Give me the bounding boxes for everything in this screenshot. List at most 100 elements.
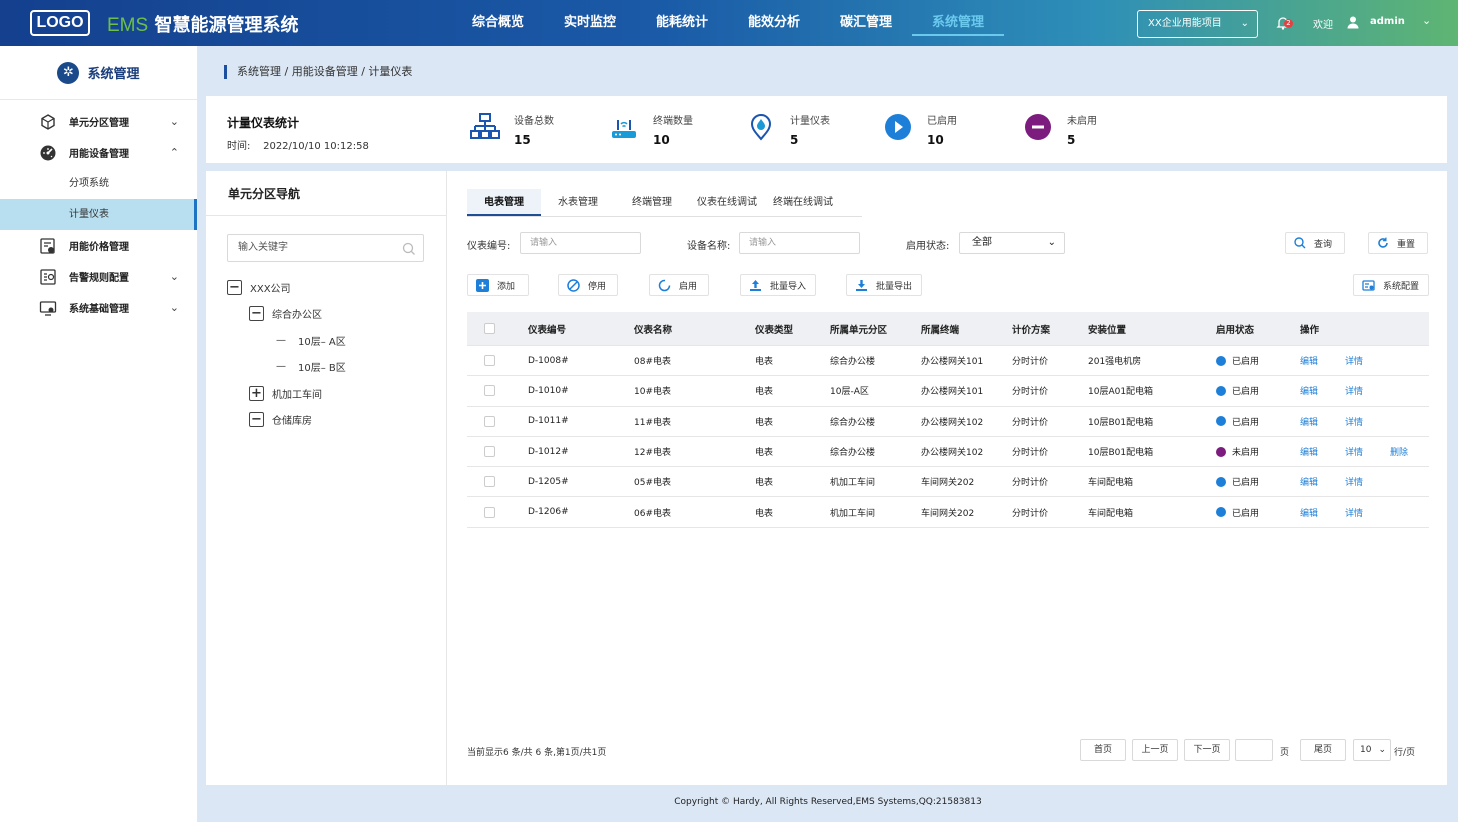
minus-icon <box>1023 112 1053 142</box>
cell-plan: 分时计价 <box>1012 448 1049 459</box>
stats-title: 计量仪表统计 <box>227 116 300 130</box>
row-checkbox[interactable] <box>484 385 495 397</box>
prev-page-button[interactable]: 上一页 <box>1132 739 1178 761</box>
cell-location: 201强电机房 <box>1088 357 1142 368</box>
detail-link[interactable]: 详情 <box>1345 445 1390 458</box>
sidebar-item-basic[interactable]: 系统基础管理 ⌄ <box>0 292 197 323</box>
reset-label: 重置 <box>1397 239 1416 250</box>
tab-water-meter[interactable]: 水表管理 <box>541 189 615 216</box>
cell-name: 10#电表 <box>634 387 671 398</box>
zone-tree-panel: 单元分区导航 输入关键字 − XXX公司 − 综合办公区 —10层– A区 —10层… <box>206 171 447 785</box>
enable-button[interactable]: 启用 <box>649 274 709 296</box>
detail-link[interactable]: 详情 <box>1345 354 1390 367</box>
sidebar-item-price[interactable]: 用能价格管理 <box>0 230 197 261</box>
search-icon[interactable] <box>402 241 416 267</box>
table-body: D-1008# 08#电表 电表 综合办公楼 办公楼网关101 分时计价 201强电机房 已启… <box>467 346 1429 528</box>
tree-node-workshop[interactable]: + 机加工车间 <box>249 386 322 401</box>
nav-carbon[interactable]: 碳汇管理 <box>820 0 912 46</box>
tree-search-input[interactable]: 输入关键字 <box>227 234 424 262</box>
detail-link[interactable]: 详情 <box>1345 475 1390 488</box>
detail-link[interactable]: 详情 <box>1345 384 1390 397</box>
row-checkbox[interactable] <box>484 415 495 427</box>
tree-node-10a[interactable]: — 10层– A区 <box>276 333 346 348</box>
chevron-down-icon[interactable]: ⌄ <box>1422 14 1431 27</box>
tree-title: 单元分区导航 <box>206 171 446 216</box>
tab-electric-meter[interactable]: 电表管理 <box>467 189 541 216</box>
tree-node-10b[interactable]: — 10层– B区 <box>276 359 346 374</box>
cell-location: 10层B01配电箱 <box>1088 417 1154 428</box>
collapse-icon[interactable]: − <box>249 412 264 427</box>
cell-plan: 分时计价 <box>1012 387 1049 398</box>
next-page-button[interactable]: 下一页 <box>1184 739 1230 761</box>
delete-link[interactable]: 删除 <box>1390 445 1420 458</box>
nav-overview[interactable]: 综合概览 <box>452 0 544 46</box>
expand-icon[interactable]: + <box>249 386 264 401</box>
meter-table: 仪表编号 仪表名称 仪表类型 所属单元分区 所属终端 计价方案 安装位置 启用状… <box>467 312 1429 528</box>
page-size-select[interactable]: 10 ⌄ <box>1353 739 1391 761</box>
page-number-input[interactable] <box>1235 739 1273 761</box>
project-select[interactable]: XX企业用能项目 ⌄ <box>1137 10 1258 38</box>
config-label: 系统配置 <box>1383 281 1420 292</box>
detail-link[interactable]: 详情 <box>1345 415 1390 428</box>
config-icon <box>1362 279 1375 292</box>
sidebar-item-label: 告警规则配置 <box>69 273 129 284</box>
import-label: 批量导入 <box>770 281 807 292</box>
batch-import-button[interactable]: 批量导入 <box>740 274 816 296</box>
device-name-input[interactable]: 请输入 <box>739 232 860 254</box>
tab-terminal[interactable]: 终端管理 <box>615 189 689 216</box>
nav-consumption[interactable]: 能耗统计 <box>636 0 728 46</box>
first-page-button[interactable]: 首页 <box>1080 739 1126 761</box>
add-button[interactable]: 添加 <box>467 274 529 296</box>
tree-node-warehouse[interactable]: − 仓储库房 <box>249 412 312 427</box>
cell-name: 08#电表 <box>634 357 671 368</box>
edit-link[interactable]: 编辑 <box>1300 506 1345 519</box>
app-title: 智慧能源管理系统 <box>154 15 299 36</box>
tree-node-label: 10层– A区 <box>298 337 346 348</box>
nav-realtime[interactable]: 实时监控 <box>544 0 636 46</box>
reset-button[interactable]: 重置 <box>1368 232 1428 254</box>
row-checkbox[interactable] <box>484 446 495 458</box>
collapse-icon[interactable]: − <box>249 306 264 321</box>
username[interactable]: admin <box>1370 16 1405 27</box>
disable-button[interactable]: 停用 <box>558 274 618 296</box>
chevron-down-icon: ⌄ <box>1047 237 1056 248</box>
collapse-icon[interactable]: − <box>227 280 242 295</box>
nav-efficiency[interactable]: 能效分析 <box>728 0 820 46</box>
detail-link[interactable]: 详情 <box>1345 506 1390 519</box>
query-button[interactable]: 查询 <box>1285 232 1345 254</box>
row-checkbox[interactable] <box>484 355 495 367</box>
edit-link[interactable]: 编辑 <box>1300 445 1345 458</box>
select-all-checkbox[interactable] <box>484 323 495 334</box>
meter-no-input[interactable]: 请输入 <box>520 232 641 254</box>
main-nav: 综合概览 实时监控 能耗统计 能效分析 碳汇管理 系统管理 <box>452 0 1004 46</box>
edit-link[interactable]: 编辑 <box>1300 354 1345 367</box>
row-checkbox[interactable] <box>484 506 495 518</box>
edit-link[interactable]: 编辑 <box>1300 415 1345 428</box>
row-checkbox[interactable] <box>484 476 495 488</box>
chevron-up-icon: ⌃ <box>169 146 179 159</box>
tree-node-office[interactable]: − 综合办公区 <box>249 306 322 321</box>
sidebar-item-alarm[interactable]: 告警规则配置 ⌄ <box>0 261 197 292</box>
status-select[interactable]: 全部 ⌄ <box>959 232 1065 254</box>
sidebar-item-device[interactable]: 用能设备管理 ⌃ <box>0 137 197 168</box>
tab-meter-debug[interactable]: 仪表在线调试 <box>689 189 765 216</box>
sidebar-item-unit-zone[interactable]: 单元分区管理 ⌄ <box>0 106 197 137</box>
sidebar-subitem-meter[interactable]: 计量仪表 <box>0 199 197 230</box>
table-row: D-1205# 05#电表 电表 机加工车间 车间网关202 分时计价 车间配电箱 已启用 编辑… <box>467 467 1429 498</box>
sidebar-subitem-subsystem[interactable]: 分项系统 <box>0 168 197 199</box>
cell-no: D-1206# <box>528 507 569 518</box>
last-page-button[interactable]: 尾页 <box>1300 739 1346 761</box>
alarm-rule-icon <box>39 268 57 286</box>
batch-export-button[interactable]: 批量导出 <box>846 274 922 296</box>
time-value: 2022/10/10 10:12:58 <box>263 141 369 152</box>
tree-node-company[interactable]: − XXX公司 <box>227 280 291 295</box>
plus-icon <box>476 278 489 292</box>
page-size-value: 10 <box>1360 745 1372 755</box>
brand-prefix: EMS <box>107 15 149 36</box>
edit-link[interactable]: 编辑 <box>1300 384 1345 397</box>
system-config-button[interactable]: 系统配置 <box>1353 274 1429 296</box>
bell-icon[interactable]: 2 <box>1275 15 1293 31</box>
edit-link[interactable]: 编辑 <box>1300 475 1345 488</box>
nav-system[interactable]: 系统管理 <box>912 0 1004 46</box>
tab-terminal-debug[interactable]: 终端在线调试 <box>765 189 841 216</box>
